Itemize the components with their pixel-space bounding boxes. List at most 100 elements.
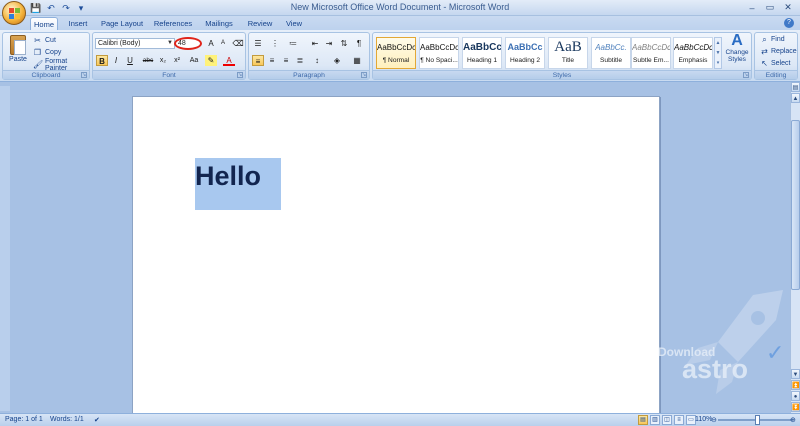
- scroll-up-icon[interactable]: ▲: [791, 93, 800, 103]
- italic-button[interactable]: I: [110, 55, 122, 66]
- watermark-text: astro: [682, 354, 749, 384]
- paragraph-group: ☰ ⋮ ≔ ⇤ ⇥ ⇅ ¶ ≡ ≡ ≡ ≣ ↕ ◈ ▦ Paragraph ↘: [248, 32, 370, 80]
- status-bar: Page: 1 of 1 Words: 1/1 ✔ ▤ ▥ ◫ ≡ ▭ 110%…: [0, 413, 800, 426]
- style-no-spacing[interactable]: AaBbCcDc ¶ No Spaci...: [419, 37, 459, 69]
- increase-indent-icon[interactable]: ⇥: [323, 38, 335, 49]
- change-case-button[interactable]: Aa: [187, 55, 201, 66]
- styles-launcher-icon[interactable]: ↘: [743, 72, 749, 78]
- clipboard-launcher-icon[interactable]: ↘: [81, 72, 87, 78]
- font-launcher-icon[interactable]: ↘: [237, 72, 243, 78]
- font-size-combo[interactable]: 48: [174, 37, 202, 50]
- ruler-toggle-icon[interactable]: ▤: [791, 82, 800, 92]
- style-emphasis[interactable]: AaBbCcDc Emphasis: [673, 37, 713, 69]
- font-label: Font: [93, 70, 245, 79]
- font-name-combo[interactable]: Calibri (Body) ▼: [95, 38, 175, 49]
- font-group: Calibri (Body) ▼ 48 A A ⌫ B I U abc x₂ x…: [92, 32, 246, 80]
- style-heading-1[interactable]: AaBbCc Heading 1: [462, 37, 502, 69]
- print-layout-icon[interactable]: ▤: [638, 415, 648, 425]
- word-count[interactable]: Words: 1/1: [50, 416, 84, 423]
- style-title[interactable]: AaB Title: [548, 37, 588, 69]
- window-title: New Microsoft Office Word Document - Mic…: [290, 2, 510, 12]
- tab-view[interactable]: View: [283, 17, 305, 30]
- select-button[interactable]: ↖ Select: [760, 58, 790, 69]
- next-page-icon[interactable]: ⏬: [791, 402, 800, 412]
- scroll-thumb[interactable]: [791, 120, 800, 290]
- style-normal[interactable]: AaBbCcDc ¶ Normal: [376, 37, 416, 69]
- subscript-button[interactable]: x₂: [157, 55, 169, 66]
- maximize-button[interactable]: ▭: [762, 1, 778, 14]
- tab-review[interactable]: Review: [246, 17, 274, 30]
- paragraph-launcher-icon[interactable]: ↘: [361, 72, 367, 78]
- paste-icon: [10, 35, 26, 55]
- zoom-in-icon[interactable]: ⊕: [790, 416, 796, 424]
- zoom-out-icon[interactable]: ⊖: [711, 416, 717, 424]
- format-painter-button[interactable]: 🖌 Format Painter: [33, 58, 89, 72]
- tab-mailings[interactable]: Mailings: [202, 17, 236, 30]
- style-subtitle[interactable]: AaBbCc. Subtitle: [591, 37, 631, 69]
- align-right-icon[interactable]: ≡: [280, 55, 292, 66]
- shrink-font-button[interactable]: A: [217, 38, 229, 49]
- font-color-icon[interactable]: A: [223, 55, 235, 66]
- zoom-slider-thumb[interactable]: [755, 415, 760, 425]
- browse-object-icon[interactable]: ●: [791, 391, 800, 401]
- change-styles-button[interactable]: A Change Styles: [723, 33, 751, 69]
- underline-button[interactable]: U: [124, 55, 136, 66]
- bullets-icon[interactable]: ☰: [252, 38, 264, 49]
- editing-label: Editing: [755, 70, 797, 79]
- view-buttons: ▤ ▥ ◫ ≡ ▭: [638, 415, 696, 425]
- close-button[interactable]: ✕: [780, 1, 796, 14]
- numbering-icon[interactable]: ⋮: [269, 38, 281, 49]
- outline-icon[interactable]: ≡: [674, 415, 684, 425]
- select-arrow-icon: ↖: [761, 59, 768, 68]
- zoom-level[interactable]: 110%: [695, 416, 712, 423]
- paste-button[interactable]: Paste: [6, 35, 30, 71]
- highlight-icon[interactable]: ✎: [205, 55, 217, 66]
- show-formatting-icon[interactable]: ¶: [353, 38, 365, 49]
- align-left-icon[interactable]: ≡: [252, 55, 264, 66]
- paragraph-label: Paragraph: [249, 70, 369, 79]
- web-layout-icon[interactable]: ◫: [662, 415, 672, 425]
- align-center-icon[interactable]: ≡: [266, 55, 278, 66]
- minimize-button[interactable]: –: [744, 1, 760, 14]
- tab-home[interactable]: Home: [30, 17, 58, 30]
- proofing-icon[interactable]: ✔: [94, 416, 100, 424]
- superscript-button[interactable]: x²: [171, 55, 183, 66]
- copy-button[interactable]: ❐ Copy: [33, 47, 61, 58]
- document-text[interactable]: Hello: [195, 161, 261, 192]
- decrease-indent-icon[interactable]: ⇤: [309, 38, 321, 49]
- ribbon: Paste ✂ Cut ❐ Copy 🖌 Format Painter Clip…: [0, 30, 800, 82]
- vertical-scrollbar[interactable]: ▤ ▲ ▼ ⏫ ● ⏬: [790, 82, 800, 413]
- title-bar: 💾 ↶ ↷ ▾ New Microsoft Office Word Docume…: [0, 0, 800, 16]
- full-screen-reading-icon[interactable]: ▥: [650, 415, 660, 425]
- change-styles-icon: A: [731, 32, 743, 49]
- office-button[interactable]: [2, 1, 26, 25]
- find-button[interactable]: ⌕ Find: [760, 34, 784, 45]
- document-page[interactable]: Hello: [132, 96, 660, 416]
- cut-button[interactable]: ✂ Cut: [33, 35, 56, 46]
- justify-icon[interactable]: ≣: [294, 55, 306, 66]
- previous-page-icon[interactable]: ⏫: [791, 380, 800, 390]
- tab-page-layout[interactable]: Page Layout: [100, 17, 144, 30]
- tab-references[interactable]: References: [152, 17, 194, 30]
- vertical-ruler: [0, 86, 10, 411]
- scroll-down-icon[interactable]: ▼: [791, 369, 800, 379]
- grow-font-button[interactable]: A: [205, 38, 217, 49]
- style-subtle-emphasis[interactable]: AaBbCcDc Subtle Em...: [631, 37, 671, 69]
- tab-insert[interactable]: Insert: [64, 17, 92, 30]
- checkmark-icon: ✓: [766, 340, 785, 365]
- clear-formatting-icon[interactable]: ⌫: [232, 38, 244, 49]
- sort-icon[interactable]: ⇅: [338, 38, 350, 49]
- shading-icon[interactable]: ◈: [331, 55, 343, 66]
- bold-button[interactable]: B: [96, 55, 108, 66]
- help-icon[interactable]: ?: [784, 18, 794, 28]
- line-spacing-icon[interactable]: ↕: [311, 55, 323, 66]
- replace-icon: ⇄: [761, 47, 768, 56]
- styles-gallery-scroll[interactable]: ▲ ▼ ▾: [714, 37, 722, 69]
- borders-icon[interactable]: ▦: [351, 55, 363, 66]
- replace-button[interactable]: ⇄ Replace: [760, 46, 797, 57]
- page-count[interactable]: Page: 1 of 1: [5, 416, 43, 423]
- style-heading-2[interactable]: AaBbCc Heading 2: [505, 37, 545, 69]
- clipboard-group: Paste ✂ Cut ❐ Copy 🖌 Format Painter Clip…: [2, 32, 90, 80]
- multilevel-list-icon[interactable]: ≔: [287, 38, 299, 49]
- strikethrough-button[interactable]: abc: [141, 55, 155, 66]
